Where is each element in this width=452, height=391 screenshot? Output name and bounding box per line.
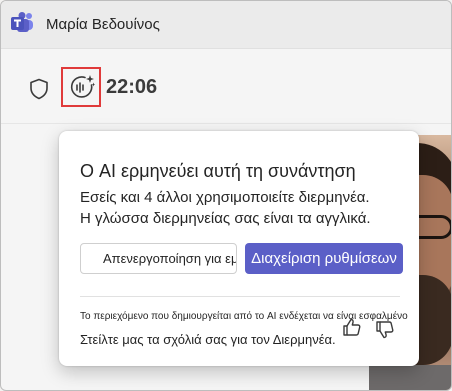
thumb-up-icon[interactable]: [341, 316, 363, 338]
body-line-participants: Εσείς και 4 άλλοι χρησιμοποιείτε διερμην…: [80, 189, 370, 206]
interpreter-button[interactable]: [61, 67, 101, 107]
manage-settings-button[interactable]: Διαχείριση ρυθμίσεων: [245, 243, 403, 274]
teams-logo-icon: [11, 12, 33, 32]
meeting-timer: 22:06: [106, 76, 158, 98]
interpreter-popup: Ο AI ερμηνεύει αυτή τη συνάντηση Εσείς κ…: [59, 131, 419, 366]
user-name: Μαρία Βεδουίνος: [46, 16, 160, 33]
body-line-language: Η γλώσσα διερμηνείας σας είναι τα αγγλικ…: [80, 210, 371, 227]
window-frame: Μαρία Βεδουίνος 22:06 Ο AI ερμηνεύει αυτ…: [0, 0, 452, 391]
feedback-text: Στείλτε μας τα σχόλιά σας για τον Διερμη…: [80, 332, 336, 347]
disable-for-me-button[interactable]: Απενεργοποίηση για εμένα: [80, 243, 237, 274]
toolbar-divider: [1, 123, 451, 124]
popup-divider: [80, 296, 400, 297]
shield-icon[interactable]: [28, 78, 50, 100]
popup-title: Ο AI ερμηνεύει αυτή τη συνάντηση: [80, 161, 356, 181]
thumb-down-icon[interactable]: [374, 319, 396, 341]
ai-interpreter-sparkle-icon: [70, 75, 95, 98]
ai-disclaimer: Το περιεχόμενο που δημιουργείται από το …: [80, 311, 408, 322]
popup-body: Εσείς και 4 άλλοι χρησιμοποιείτε διερμην…: [80, 187, 371, 229]
title-bar: Μαρία Βεδουίνος: [1, 1, 451, 49]
